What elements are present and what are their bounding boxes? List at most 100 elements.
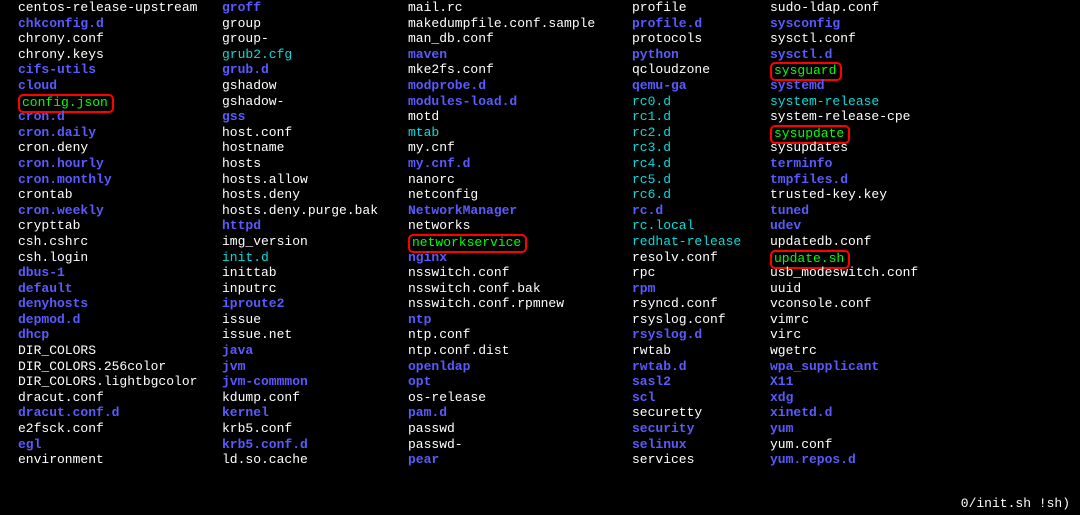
file-name: rc2.d bbox=[632, 125, 671, 140]
file-name: vimrc bbox=[770, 312, 809, 327]
ls-entry: networkservice bbox=[408, 234, 632, 250]
ls-entry: qemu-ga bbox=[632, 78, 770, 94]
ls-entry: wpa_supplicant bbox=[770, 359, 950, 375]
ls-entry: init.d bbox=[222, 250, 408, 266]
file-name: rpm bbox=[632, 281, 655, 296]
ls-entry: issue.net bbox=[222, 327, 408, 343]
ls-entry: openldap bbox=[408, 359, 632, 375]
file-name: makedumpfile.conf.sample bbox=[408, 16, 595, 31]
file-name: sysupdates bbox=[770, 140, 848, 155]
ls-entry: securetty bbox=[632, 405, 770, 421]
file-name: openldap bbox=[408, 359, 470, 374]
ls-entry: default bbox=[18, 281, 222, 297]
ls-entry: sysguard bbox=[770, 62, 950, 78]
ls-entry: system-release bbox=[770, 94, 950, 110]
file-name: inittab bbox=[222, 265, 277, 280]
file-name: hosts.allow bbox=[222, 172, 308, 187]
ls-entry: cron.monthly bbox=[18, 172, 222, 188]
ls-entry: chkconfig.d bbox=[18, 16, 222, 32]
shell-prompt[interactable]: 0/init.sh !sh) bbox=[961, 496, 1070, 512]
file-name: chrony.conf bbox=[18, 31, 104, 46]
file-name: xinetd.d bbox=[770, 405, 832, 420]
ls-entry: networks bbox=[408, 218, 632, 234]
ls-entry: kdump.conf bbox=[222, 390, 408, 406]
file-name: system-release bbox=[770, 94, 879, 109]
file-name: sudo-ldap.conf bbox=[770, 0, 879, 15]
file-name: ntp bbox=[408, 312, 431, 327]
ls-entry: chrony.keys bbox=[18, 47, 222, 63]
ls-entry: depmod.d bbox=[18, 312, 222, 328]
ls-entry: netconfig bbox=[408, 187, 632, 203]
file-name: rpc bbox=[632, 265, 655, 280]
file-name: mke2fs.conf bbox=[408, 62, 494, 77]
file-name: jvm bbox=[222, 359, 245, 374]
ls-column: groffgroupgroup-grub2.cfggrub.dgshadowgs… bbox=[222, 0, 408, 468]
ls-entry: sasl2 bbox=[632, 374, 770, 390]
file-name: wgetrc bbox=[770, 343, 817, 358]
ls-entry: usb_modeswitch.conf bbox=[770, 265, 950, 281]
file-name: groff bbox=[222, 0, 261, 15]
file-name: my.cnf.d bbox=[408, 156, 470, 171]
ls-entry: NetworkManager bbox=[408, 203, 632, 219]
file-name: iproute2 bbox=[222, 296, 284, 311]
ls-entry: ntp bbox=[408, 312, 632, 328]
file-name: rc5.d bbox=[632, 172, 671, 187]
ls-entry: hosts.deny bbox=[222, 187, 408, 203]
file-name: securetty bbox=[632, 405, 702, 420]
ls-entry: ld.so.cache bbox=[222, 452, 408, 468]
ls-entry: inputrc bbox=[222, 281, 408, 297]
ls-entry: nsswitch.conf bbox=[408, 265, 632, 281]
file-name: redhat-release bbox=[632, 234, 741, 249]
file-name: maven bbox=[408, 47, 447, 62]
ls-entry: yum bbox=[770, 421, 950, 437]
ls-entry: rc4.d bbox=[632, 156, 770, 172]
ls-entry: sysupdate bbox=[770, 125, 950, 141]
file-name: egl bbox=[18, 437, 41, 452]
ls-entry: system-release-cpe bbox=[770, 109, 950, 125]
ls-entry: passwd bbox=[408, 421, 632, 437]
ls-entry: motd bbox=[408, 109, 632, 125]
ls-entry: crypttab bbox=[18, 218, 222, 234]
ls-entry: denyhosts bbox=[18, 296, 222, 312]
file-name: yum bbox=[770, 421, 793, 436]
file-name: passwd- bbox=[408, 437, 463, 452]
file-name: passwd bbox=[408, 421, 455, 436]
file-name: uuid bbox=[770, 281, 801, 296]
file-name: dracut.conf bbox=[18, 390, 104, 405]
ls-entry: group- bbox=[222, 31, 408, 47]
ls-entry: ntp.conf bbox=[408, 327, 632, 343]
file-name: csh.login bbox=[18, 250, 88, 265]
ls-entry: iproute2 bbox=[222, 296, 408, 312]
ls-entry: rc.d bbox=[632, 203, 770, 219]
file-name: DIR_COLORS.256color bbox=[18, 359, 166, 374]
file-name: modules-load.d bbox=[408, 94, 517, 109]
ls-entry: rpm bbox=[632, 281, 770, 297]
file-name: yum.conf bbox=[770, 437, 832, 452]
file-name: xdg bbox=[770, 390, 793, 405]
file-name: systemd bbox=[770, 78, 825, 93]
ls-entry: modules-load.d bbox=[408, 94, 632, 110]
ls-entry: passwd- bbox=[408, 437, 632, 453]
ls-entry: cron.weekly bbox=[18, 203, 222, 219]
file-name: security bbox=[632, 421, 694, 436]
ls-entry: resolv.conf bbox=[632, 250, 770, 266]
ls-entry: selinux bbox=[632, 437, 770, 453]
file-name: ntp.conf.dist bbox=[408, 343, 509, 358]
file-name: ld.so.cache bbox=[222, 452, 308, 467]
file-name: vconsole.conf bbox=[770, 296, 871, 311]
ls-entry: maven bbox=[408, 47, 632, 63]
ls-entry: jvm-commmon bbox=[222, 374, 408, 390]
ls-entry: crontab bbox=[18, 187, 222, 203]
ls-column: mail.rcmakedumpfile.conf.sampleman_db.co… bbox=[408, 0, 632, 468]
ls-entry: opt bbox=[408, 374, 632, 390]
ls-entry: kernel bbox=[222, 405, 408, 421]
file-name: rc4.d bbox=[632, 156, 671, 171]
ls-entry: environment bbox=[18, 452, 222, 468]
ls-entry: mtab bbox=[408, 125, 632, 141]
file-name: qemu-ga bbox=[632, 78, 687, 93]
file-name: X11 bbox=[770, 374, 793, 389]
file-name: modprobe.d bbox=[408, 78, 486, 93]
ls-entry: rc5.d bbox=[632, 172, 770, 188]
ls-entry: protocols bbox=[632, 31, 770, 47]
ls-entry: java bbox=[222, 343, 408, 359]
